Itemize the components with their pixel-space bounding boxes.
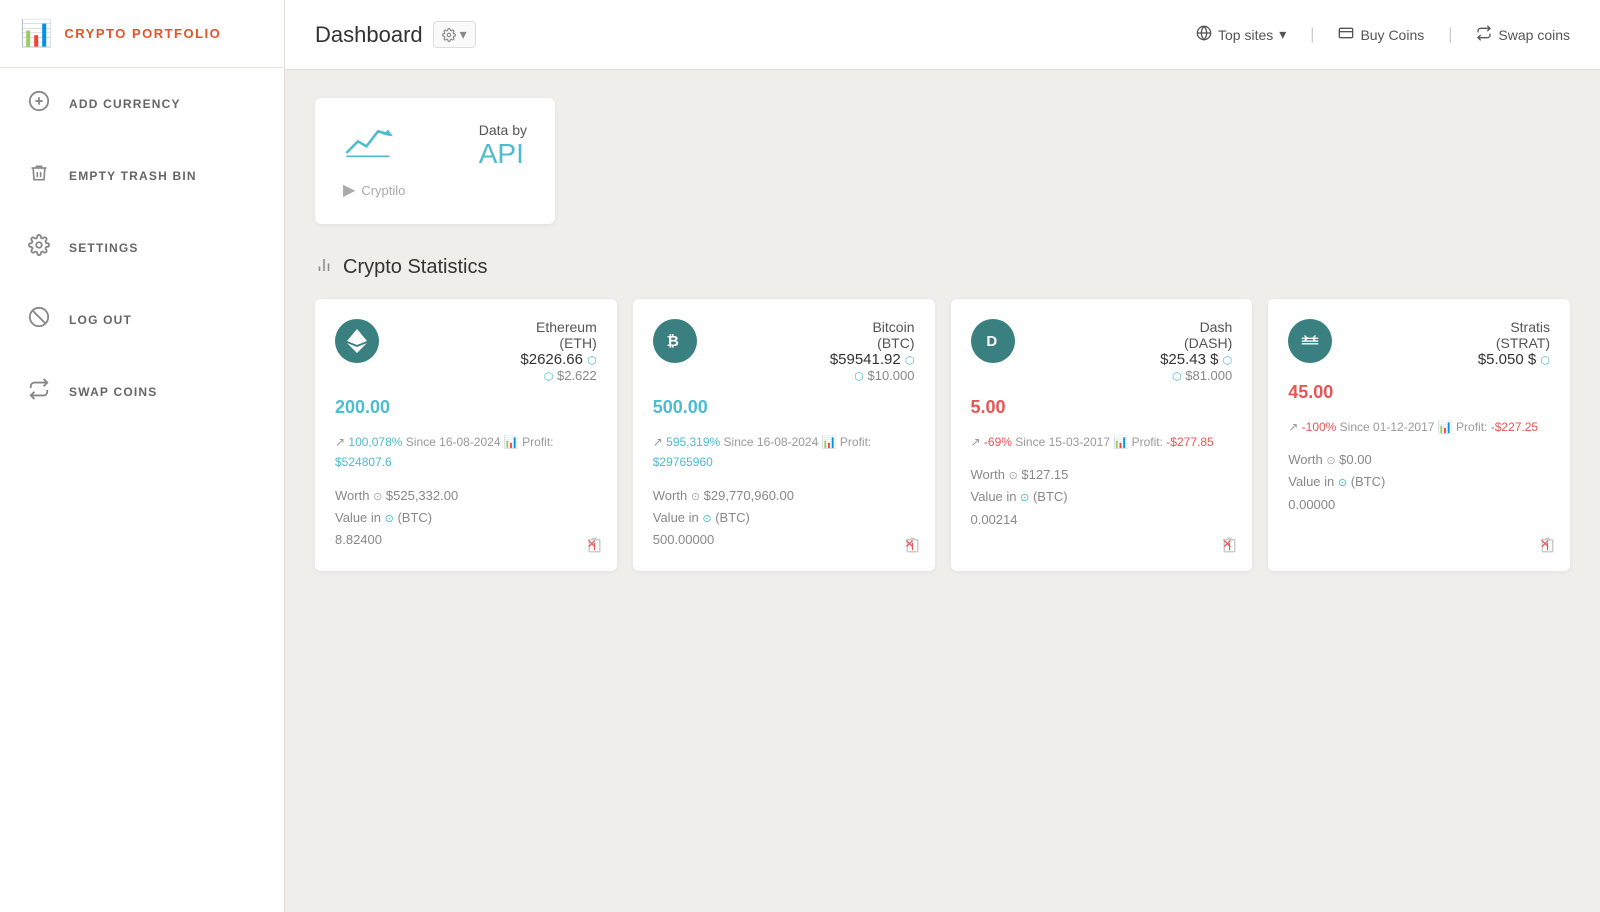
- coin-stats-btc: ↗ 595,319% Since 16-08-2024 📊 Profit: $2…: [653, 432, 915, 473]
- trash-icon: [27, 162, 51, 190]
- app-name: CRYPTO PORTFOLIO: [64, 26, 221, 41]
- api-data-label: Data by: [479, 122, 527, 138]
- coin-price-usd-dash: $25.43 $ ⬡: [1160, 351, 1232, 368]
- logout-icon: [27, 306, 51, 334]
- trend-icon-btc: ↗: [653, 435, 663, 449]
- swap-coins-label: Swap coins: [1498, 27, 1570, 43]
- card-header: Ethereum(ETH) $2626.66 ⬡ ⬡ $2.622: [335, 319, 597, 383]
- coin-amount-dash: 5.00: [971, 397, 1233, 418]
- bar-icon-eth: 📊: [504, 435, 519, 449]
- header-right: Top sites ▾ | Buy Coins |: [1196, 25, 1570, 44]
- card-header: Stratis(STRAT) $5.050 $ ⬡: [1288, 319, 1550, 368]
- chart-trend-icon: [343, 123, 393, 169]
- coin-price-btc-btc: ⬡ $10.000: [830, 368, 915, 383]
- svg-text:D: D: [986, 333, 997, 350]
- delete-card-btc[interactable]: ✕: [905, 536, 923, 559]
- swap-icon: [27, 378, 51, 406]
- coin-price-usd-strat: $5.050 $ ⬡: [1478, 351, 1550, 368]
- coin-icon-strat: [1288, 319, 1332, 363]
- coin-name-eth: Ethereum(ETH): [520, 319, 596, 351]
- sidebar-item-swap-coins[interactable]: SWAP COINS: [0, 356, 284, 428]
- chevron-down-icon: ▾: [1279, 26, 1286, 43]
- coin-amount-strat: 45.00: [1288, 382, 1550, 403]
- add-currency-icon: [27, 90, 51, 118]
- logo-icon: 📊: [20, 18, 52, 49]
- api-card: Data by API ▶ Cryptilo: [315, 98, 555, 224]
- sidebar-item-logout[interactable]: LOG OUT: [0, 284, 284, 356]
- trend-icon-eth: ↗: [335, 435, 345, 449]
- api-provider: Cryptilo: [361, 183, 405, 198]
- card-header: ₿ Bitcoin(BTC) $59541.92 ⬡ ⬡ $10.000: [653, 319, 915, 383]
- api-value: API: [479, 138, 527, 170]
- bar-icon-btc: 📊: [822, 435, 837, 449]
- coin-stats-strat: ↗ -100% Since 01-12-2017 📊 Profit: -$227…: [1288, 417, 1550, 437]
- trend-icon-dash: ↗: [971, 435, 981, 449]
- sidebar-label-add-currency: ADD CURRENCY: [69, 97, 181, 111]
- delete-card-dash[interactable]: ✕: [1222, 536, 1240, 559]
- delete-card-strat[interactable]: ✕: [1540, 536, 1558, 559]
- coin-worth-btc: Worth ⊙ $29,770,960.00 Value in ⊙ (BTC) …: [653, 485, 915, 551]
- section-header: Crypto Statistics: [315, 256, 1570, 279]
- coin-worth-strat: Worth ⊙ $0.00 Value in ⊙ (BTC) 0.00000: [1288, 449, 1550, 515]
- sidebar: 📊 CRYPTO PORTFOLIO ADD CURRENCY EMPTY TR…: [0, 0, 285, 912]
- main-content: Dashboard ▾ Top sites ▾: [285, 0, 1600, 912]
- sidebar-label-settings: SETTINGS: [69, 241, 139, 255]
- coin-stats-dash: ↗ -69% Since 15-03-2017 📊 Profit: -$277.…: [971, 432, 1233, 452]
- sidebar-item-empty-trash[interactable]: EMPTY TRASH BIN: [0, 140, 284, 212]
- coin-name-btc: Bitcoin(BTC): [830, 319, 915, 351]
- page-title: Dashboard: [315, 22, 423, 48]
- crypto-card-btc: ₿ Bitcoin(BTC) $59541.92 ⬡ ⬡ $10.000 500…: [633, 299, 935, 571]
- bar-icon-strat: 📊: [1438, 420, 1453, 434]
- card-header: D Dash(DASH) $25.43 $ ⬡ ⬡ $81.000: [971, 319, 1233, 383]
- sidebar-label-swap-coins: SWAP COINS: [69, 385, 157, 399]
- card-info-btc: Bitcoin(BTC) $59541.92 ⬡ ⬡ $10.000: [830, 319, 915, 383]
- sidebar-label-empty-trash: EMPTY TRASH BIN: [69, 169, 197, 183]
- coin-icon-eth: [335, 319, 379, 363]
- coin-stats-eth: ↗ 100,078% Since 16-08-2024 📊 Profit: $5…: [335, 432, 597, 473]
- card-info-eth: Ethereum(ETH) $2626.66 ⬡ ⬡ $2.622: [520, 319, 596, 383]
- play-icon: ▶: [343, 180, 355, 200]
- buy-coins-label: Buy Coins: [1360, 27, 1424, 43]
- swap-coins-link[interactable]: Swap coins: [1476, 25, 1570, 44]
- delete-card-eth[interactable]: ✕: [587, 536, 605, 559]
- top-sites-link[interactable]: Top sites ▾: [1196, 25, 1286, 44]
- header-settings-button[interactable]: ▾: [433, 21, 476, 48]
- coin-amount-btc: 500.00: [653, 397, 915, 418]
- bar-icon-dash: 📊: [1113, 435, 1128, 449]
- card-info-dash: Dash(DASH) $25.43 $ ⬡ ⬡ $81.000: [1160, 319, 1232, 383]
- coin-amount-eth: 200.00: [335, 397, 597, 418]
- crypto-card-strat: Stratis(STRAT) $5.050 $ ⬡ 45.00 ↗ -100% …: [1268, 299, 1570, 571]
- coin-worth-dash: Worth ⊙ $127.15 Value in ⊙ (BTC) 0.00214: [971, 464, 1233, 530]
- section-title: Crypto Statistics: [343, 256, 487, 279]
- coin-worth-eth: Worth ⊙ $525,332.00 Value in ⊙ (BTC) 8.8…: [335, 485, 597, 551]
- coin-name-dash: Dash(DASH): [1160, 319, 1232, 351]
- sidebar-label-logout: LOG OUT: [69, 313, 132, 327]
- coin-price-btc-eth: ⬡ $2.622: [520, 368, 596, 383]
- header: Dashboard ▾ Top sites ▾: [285, 0, 1600, 70]
- header-left: Dashboard ▾: [315, 21, 476, 48]
- buy-coins-icon: [1338, 25, 1354, 44]
- coin-price-usd-btc: $59541.92 ⬡: [830, 351, 915, 368]
- content-area: Data by API ▶ Cryptilo Crypto Statistics: [285, 70, 1600, 912]
- crypto-card-dash: D Dash(DASH) $25.43 $ ⬡ ⬡ $81.000 5.00 ↗…: [951, 299, 1253, 571]
- stats-icon: [315, 256, 333, 279]
- crypto-card-eth: Ethereum(ETH) $2626.66 ⬡ ⬡ $2.622 200.00…: [315, 299, 617, 571]
- coin-icon-dash: D: [971, 319, 1015, 363]
- sidebar-logo: 📊 CRYPTO PORTFOLIO: [0, 0, 284, 68]
- card-info-strat: Stratis(STRAT) $5.050 $ ⬡: [1478, 319, 1550, 368]
- trend-icon-strat: ↗: [1288, 420, 1298, 434]
- settings-icon: [27, 234, 51, 262]
- coin-price-btc-dash: ⬡ $81.000: [1160, 368, 1232, 383]
- coin-price-usd-eth: $2626.66 ⬡: [520, 351, 596, 368]
- top-sites-label: Top sites: [1218, 27, 1273, 43]
- svg-text:₿: ₿: [666, 333, 678, 350]
- globe-icon: [1196, 25, 1212, 44]
- coin-name-strat: Stratis(STRAT): [1478, 319, 1550, 351]
- swap-coins-icon: [1476, 25, 1492, 44]
- sidebar-item-settings[interactable]: SETTINGS: [0, 212, 284, 284]
- crypto-cards-grid: Ethereum(ETH) $2626.66 ⬡ ⬡ $2.622 200.00…: [315, 299, 1570, 571]
- buy-coins-link[interactable]: Buy Coins: [1338, 25, 1424, 44]
- coin-icon-btc: ₿: [653, 319, 697, 363]
- sidebar-item-add-currency[interactable]: ADD CURRENCY: [0, 68, 284, 140]
